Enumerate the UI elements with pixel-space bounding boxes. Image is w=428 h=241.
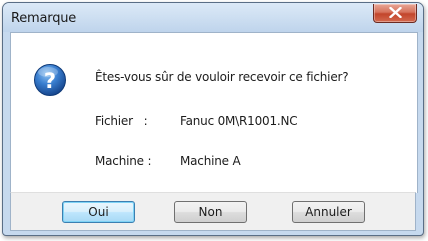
machine-label: Machine : — [95, 154, 152, 168]
no-button[interactable]: Non — [174, 201, 247, 223]
dialog-window: Remarque ? Êtes-vous sûr de vouloir rece… — [2, 2, 424, 236]
dialog-content: ? Êtes-vous sûr de vouloir recevoir ce f… — [10, 32, 418, 193]
close-button[interactable] — [373, 4, 417, 23]
title-bar[interactable]: Remarque — [3, 3, 423, 32]
close-icon — [389, 7, 402, 18]
machine-value: Machine A — [180, 154, 241, 168]
question-icon: ? — [34, 64, 66, 96]
cancel-button[interactable]: Annuler — [292, 201, 365, 223]
confirmation-message: Êtes-vous sûr de vouloir recevoir ce fic… — [95, 70, 349, 84]
dialog-title: Remarque — [11, 11, 77, 26]
file-label: Fichier : — [95, 114, 148, 128]
svg-text:?: ? — [44, 69, 56, 93]
file-value: Fanuc 0M\R1001.NC — [180, 114, 298, 128]
yes-button[interactable]: Oui — [62, 201, 135, 223]
button-bar: Oui Non Annuler — [10, 192, 416, 231]
